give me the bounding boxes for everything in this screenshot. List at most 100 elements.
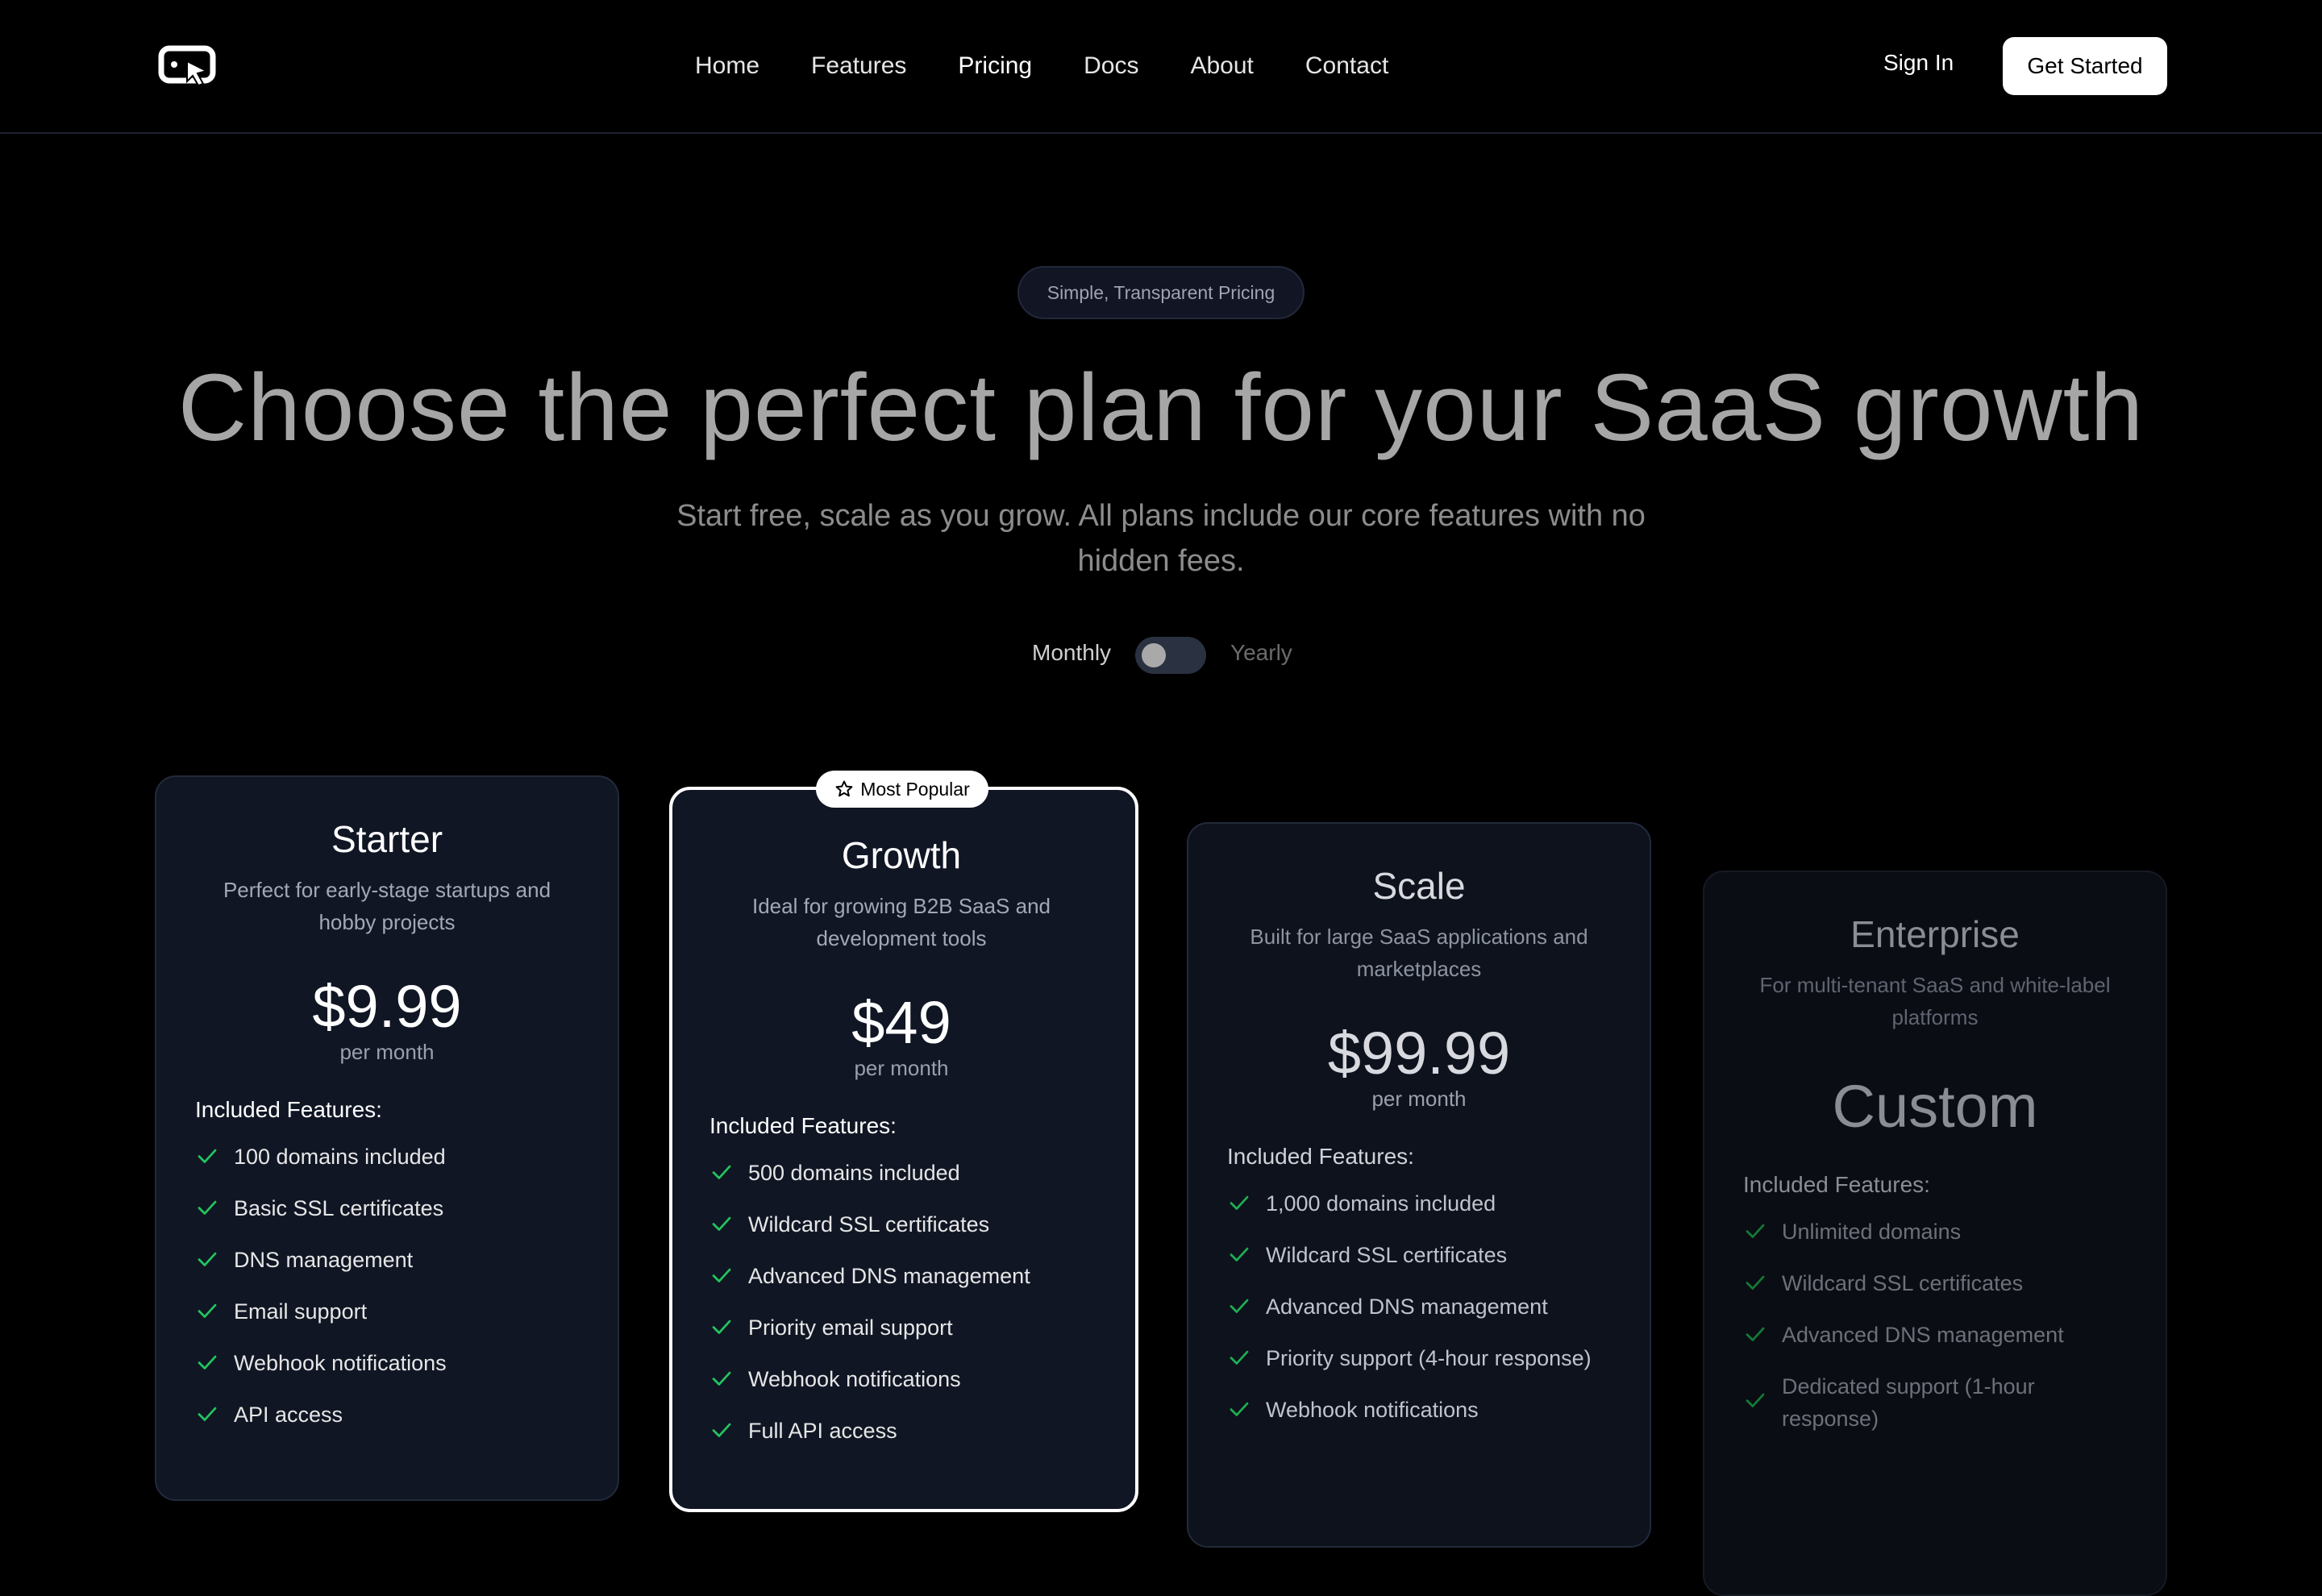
feature-label: Unlimited domains (1782, 1220, 1962, 1244)
feature-label: Wildcard SSL certificates (1782, 1271, 2024, 1295)
pricing-badge: Simple, Transparent Pricing (1017, 266, 1305, 319)
feature-item: Advanced DNS management (1743, 1319, 2127, 1370)
feature-label: Wildcard SSL certificates (1266, 1243, 1508, 1267)
check-icon (710, 1208, 748, 1245)
check-icon (710, 1363, 748, 1399)
most-popular-badge: Most Popular (816, 771, 988, 808)
feature-label: Webhook notifications (234, 1351, 447, 1375)
plan-card-scale[interactable]: Scale Built for large SaaS applications … (1187, 822, 1651, 1548)
page-subtitle: Start free, scale as you grow. All plans… (676, 499, 1646, 578)
plan-name: Growth (841, 834, 962, 876)
feature-label: 500 domains included (748, 1161, 960, 1185)
check-icon (1227, 1394, 1266, 1430)
toggle-knob (1142, 643, 1166, 667)
plan-price: Custom (1832, 1073, 2038, 1140)
feature-label: Priority support (4-hour response) (1266, 1346, 1592, 1370)
nav-links: Home Features Pricing Docs About Contact (695, 0, 1440, 132)
feature-label: Full API access (748, 1419, 897, 1443)
features-title: Included Features: (1743, 1172, 1930, 1197)
nav-link-contact[interactable]: Contact (1305, 52, 1388, 80)
feature-item: Wildcard SSL certificates (710, 1208, 1093, 1260)
plan-price: $99.99 (1327, 1020, 1511, 1087)
nav-link-home[interactable]: Home (695, 52, 759, 80)
feature-item: Webhook notifications (1227, 1394, 1611, 1445)
nav-link-about[interactable]: About (1190, 52, 1253, 80)
features-title: Included Features: (1227, 1144, 1414, 1169)
billing-toggle-switch[interactable] (1135, 637, 1206, 674)
feature-item: Wildcard SSL certificates (1743, 1267, 2127, 1319)
feature-label: Email support (234, 1299, 368, 1324)
star-icon (835, 780, 853, 797)
plan-period: per month (1371, 1087, 1467, 1111)
feature-item: 1,000 domains included (1227, 1187, 1611, 1239)
plan-description: For multi-tenant SaaS and white-label pl… (1759, 973, 2111, 1029)
feature-label: Advanced DNS management (748, 1264, 1030, 1288)
check-icon (195, 1347, 234, 1383)
feature-label: Dedicated support (1-hour response) (1782, 1374, 2035, 1431)
feature-item: Priority support (4-hour response) (1227, 1342, 1611, 1394)
monthly-label[interactable]: Monthly (1032, 640, 1111, 666)
feature-item: Webhook notifications (195, 1347, 579, 1399)
check-icon (1743, 1216, 1782, 1252)
feature-item: Advanced DNS management (1227, 1291, 1611, 1342)
page-title: Choose the perfect plan for your SaaS gr… (177, 355, 2145, 461)
nav-link-docs[interactable]: Docs (1084, 52, 1138, 80)
get-started-button[interactable]: Get Started (2003, 37, 2167, 95)
nav-link-features[interactable]: Features (811, 52, 906, 80)
feature-list: 100 domains included Basic SSL certifica… (195, 1141, 579, 1450)
plan-description: Perfect for early-stage startups and hob… (223, 878, 551, 934)
feature-item: Email support (195, 1295, 579, 1347)
feature-label: 100 domains included (234, 1145, 446, 1169)
feature-item: Advanced DNS management (710, 1260, 1093, 1311)
check-icon (1743, 1319, 1782, 1355)
check-icon (195, 1399, 234, 1435)
sign-in-link[interactable]: Sign In (1883, 50, 1954, 76)
check-icon (1227, 1342, 1266, 1378)
plan-name: Scale (1372, 865, 1466, 907)
check-icon (1227, 1239, 1266, 1275)
check-icon (710, 1260, 748, 1296)
cursor-logo-icon[interactable] (158, 45, 218, 87)
check-icon (710, 1311, 748, 1348)
feature-label: Webhook notifications (1266, 1398, 1479, 1422)
feature-list: Unlimited domains Wildcard SSL certifica… (1743, 1216, 2127, 1440)
nav-link-pricing[interactable]: Pricing (958, 52, 1032, 80)
check-icon (1227, 1291, 1266, 1327)
feature-item: Webhook notifications (710, 1363, 1093, 1415)
feature-label: Priority email support (748, 1315, 953, 1340)
feature-label: Advanced DNS management (1782, 1323, 2064, 1347)
yearly-label[interactable]: Yearly (1230, 640, 1292, 666)
check-icon (195, 1141, 234, 1177)
check-icon (1743, 1267, 1782, 1303)
check-icon (1227, 1187, 1266, 1224)
feature-item: 100 domains included (195, 1141, 579, 1192)
feature-item: Unlimited domains (1743, 1216, 2127, 1267)
feature-label: Basic SSL certificates (234, 1196, 444, 1220)
feature-label: 1,000 domains included (1266, 1191, 1496, 1216)
plan-price: $9.99 (312, 973, 462, 1040)
feature-item: Dedicated support (1-hour response) (1743, 1370, 2127, 1440)
check-icon (195, 1244, 234, 1280)
plan-price: $49 (851, 989, 951, 1056)
feature-label: Webhook notifications (748, 1367, 961, 1391)
plan-name: Starter (331, 818, 443, 860)
plan-description: Built for large SaaS applications and ma… (1250, 925, 1588, 981)
plan-card-enterprise[interactable]: Enterprise For multi-tenant SaaS and whi… (1703, 871, 2167, 1596)
feature-list: 500 domains included Wildcard SSL certif… (710, 1157, 1093, 1466)
check-icon (1743, 1370, 1782, 1421)
check-icon (710, 1157, 748, 1193)
check-icon (195, 1295, 234, 1332)
feature-item: Wildcard SSL certificates (1227, 1239, 1611, 1291)
plan-card-growth[interactable]: Growth Ideal for growing B2B SaaS and de… (669, 787, 1138, 1512)
plan-description: Ideal for growing B2B SaaS and developme… (751, 894, 1051, 950)
feature-item: Basic SSL certificates (195, 1192, 579, 1244)
plan-period: per month (339, 1040, 435, 1064)
most-popular-label: Most Popular (860, 778, 970, 800)
plan-card-starter[interactable]: Starter Perfect for early-stage startups… (155, 775, 619, 1501)
feature-item: API access (195, 1399, 579, 1450)
check-icon (195, 1192, 234, 1228)
feature-item: Priority email support (710, 1311, 1093, 1363)
plan-name: Enterprise (1850, 913, 2020, 955)
feature-item: DNS management (195, 1244, 579, 1295)
check-icon (710, 1415, 748, 1451)
